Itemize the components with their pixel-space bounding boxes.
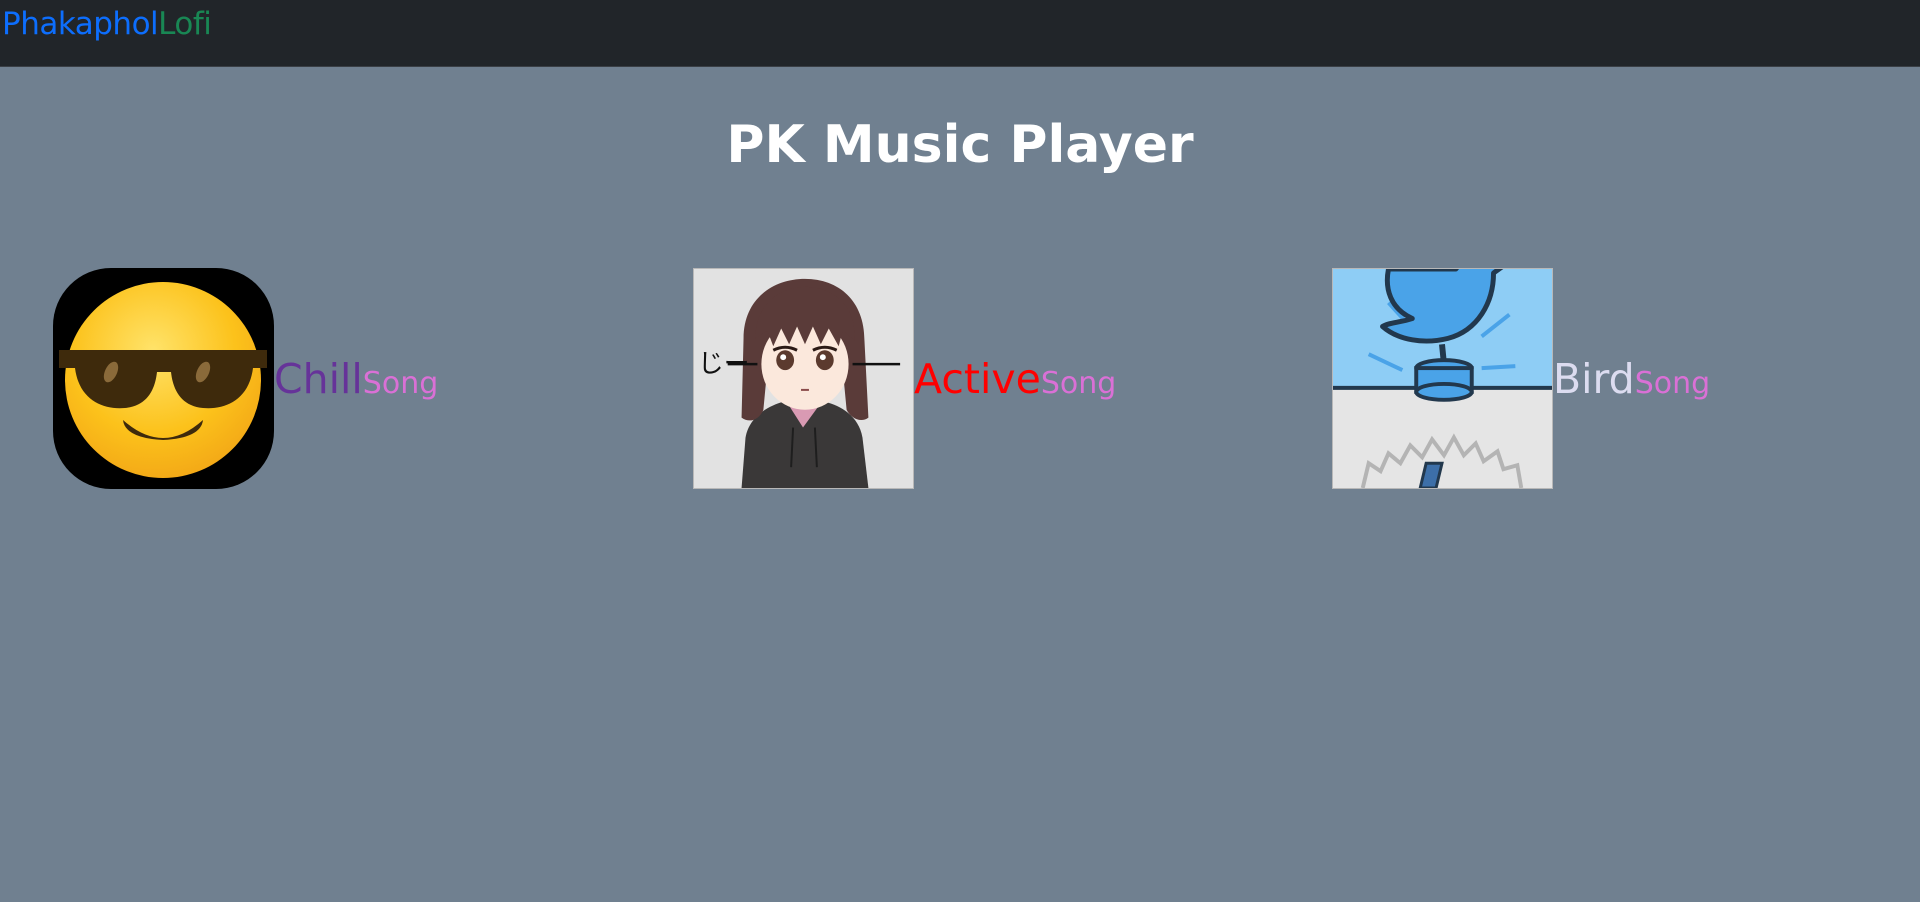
anime-glyph: じー <box>698 349 750 379</box>
song-name: Bird <box>1553 354 1635 403</box>
sunglasses-emoji-icon[interactable] <box>53 268 274 489</box>
anime-girl-hoodie-icon[interactable]: じー <box>693 268 914 489</box>
song-title-active: ActiveSong <box>914 355 1116 403</box>
song-suffix: Song <box>1634 365 1711 401</box>
page-title: PK Music Player <box>0 112 1920 178</box>
song-card-active[interactable]: じー ActiveSong <box>693 268 1116 489</box>
song-title-bird: BirdSong <box>1553 355 1710 403</box>
page-title-text: PK Music Player <box>726 115 1194 175</box>
brand-link[interactable]: PhakapholLofi <box>2 4 212 44</box>
song-title-chill: ChillSong <box>274 355 438 403</box>
song-card-chill[interactable]: ChillSong <box>53 268 438 489</box>
song-suffix: Song <box>1040 365 1117 401</box>
song-name: Active <box>914 354 1041 403</box>
song-card-bird[interactable]: BirdSong <box>1332 268 1710 489</box>
brand-first: Phakaphol <box>2 6 159 42</box>
brand-second: Lofi <box>158 6 212 42</box>
navbar: PhakapholLofi <box>0 0 1920 67</box>
twitter-bird-icon[interactable] <box>1332 268 1553 489</box>
song-name: Chill <box>274 354 363 403</box>
song-suffix: Song <box>362 365 439 401</box>
